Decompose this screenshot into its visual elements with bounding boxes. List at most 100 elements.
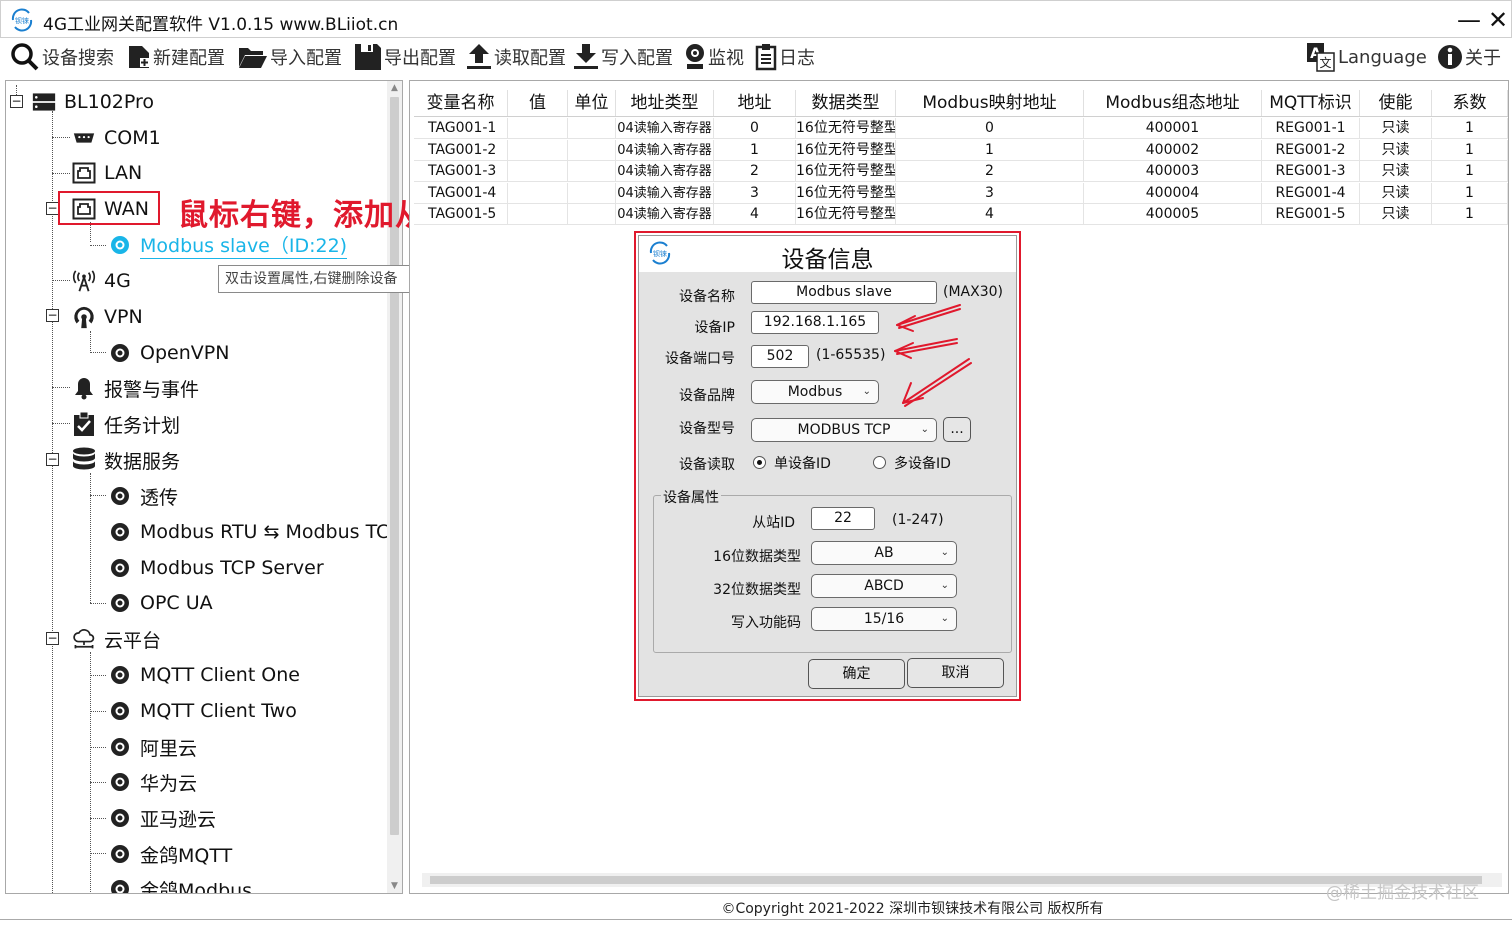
table-cell: 0 [896,118,1084,138]
device-port-hint: (1-65535) [816,347,886,363]
column-header[interactable]: 单位 [568,90,616,116]
about-button[interactable]: 关于 [1437,42,1501,72]
device-model-value: MODBUS TCP [797,422,891,438]
tree-node-lan[interactable]: LAN [72,158,142,188]
tree-node-alarm[interactable]: 报警与事件 [72,373,199,403]
table-row[interactable]: TAG001-5 04读输入寄存器 4 16位无符号整型 4 400005 REG001-5… [414,204,1508,225]
scroll-down-arrow-icon[interactable]: ▼ [389,881,400,891]
tree-node-amazon[interactable]: 亚马逊云 [108,803,216,833]
monitor-camera-icon [686,44,704,69]
tree-connector [90,222,91,242]
tree-connector [90,818,106,819]
device-port-input[interactable]: 502 [751,345,809,368]
tree-node-com1[interactable]: COM1 [72,123,161,153]
device-name-label: 设备名称 [679,289,735,305]
column-header[interactable]: 地址 [714,90,796,116]
tree-node-jinge-mqtt[interactable]: 金鸽MQTT [108,839,232,869]
minimize-button[interactable]: — [1454,5,1484,35]
import-config-label: 导入配置 [270,48,342,69]
column-header[interactable]: 地址类型 [616,90,714,116]
language-button[interactable]: A文 Language [1306,42,1427,72]
table-scroll-thumb[interactable] [430,876,1482,884]
device-search-label: 设备搜索 [42,48,114,69]
ethernet-port-icon [72,161,96,185]
search-icon [11,43,39,71]
column-header[interactable]: 使能 [1360,90,1432,116]
tree-node-cloud[interactable]: 云平台 [72,624,161,654]
column-header[interactable]: 值 [508,90,568,116]
close-button[interactable]: ✕ [1483,5,1512,35]
tree-node-mqtt1[interactable]: MQTT Client One [108,660,300,690]
clipboard-log-icon [755,44,777,71]
tree-node-rtu-tcp[interactable]: Modbus RTU ⇆ Modbus TCP [108,517,401,547]
tree-node-modbus-slave[interactable]: Modbus slave（ID:22) [108,230,348,260]
device-ip-input[interactable]: 192.168.1.165 [751,311,879,334]
table-cell: 3 [896,182,1084,203]
device-model-more-button[interactable]: ... [943,417,971,442]
column-header[interactable]: 变量名称 [414,90,508,116]
table-row[interactable]: TAG001-1 04读输入寄存器 0 16位无符号整型 0 400001 REG001-1… [414,118,1508,139]
tree-node-tcp-server[interactable]: Modbus TCP Server [108,553,324,583]
write-func-select[interactable]: 15/16 ⌄ [811,607,957,631]
log-button[interactable]: 日志 [755,42,815,72]
tree-node-mqtt2[interactable]: MQTT Client Two [108,696,297,726]
single-device-id-label: 单设备ID [774,456,831,472]
table-row[interactable]: TAG001-3 04读输入寄存器 2 16位无符号整型 2 400003 REG001-3… [414,161,1508,182]
table-cell [508,161,568,181]
tree-node-huawei[interactable]: 华为云 [108,767,197,797]
ok-button[interactable]: 确定 [808,659,905,689]
column-header[interactable]: 系数 [1432,90,1508,116]
table-cell: REG001-2 [1262,139,1360,160]
read-config-button[interactable]: 读取配置 [466,42,566,72]
tree-node-opcua[interactable]: OPC UA [108,588,213,618]
write-config-button[interactable]: 写入配置 [573,42,673,72]
column-header[interactable]: Modbus组态地址 [1084,90,1262,116]
device-model-select[interactable]: MODBUS TCP ⌄ [751,418,937,442]
export-config-label: 导出配置 [384,48,456,69]
multi-device-id-radio[interactable] [873,456,886,469]
table-row[interactable]: TAG001-2 04读输入寄存器 1 16位无符号整型 1 400002 REG001-2… [414,139,1508,161]
device-brand-value: Modbus [787,384,843,400]
slave-id-input[interactable]: 22 [811,507,875,530]
column-header[interactable]: Modbus映射地址 [896,90,1084,116]
root-collapse-toggle[interactable]: − [10,95,23,108]
scroll-up-arrow-icon[interactable]: ▲ [389,83,400,93]
tree-node-mqtt1-label: MQTT Client One [140,664,300,686]
tree-node-task[interactable]: 任务计划 [72,409,180,439]
table-row[interactable]: TAG001-4 04读输入寄存器 3 16位无符号整型 3 400004 REG001-4… [414,182,1508,204]
table-cell [568,139,616,160]
single-device-id-radio[interactable] [753,456,766,469]
tree-node-passthrough[interactable]: 透传 [108,481,178,511]
device-brand-select[interactable]: Modbus ⌄ [751,380,879,404]
vpn-collapse-toggle[interactable]: − [46,309,59,322]
cloud-collapse-toggle[interactable]: − [46,632,59,645]
dialog-title-bar: 钡铼 设备信息 [639,236,1016,273]
column-header[interactable]: MQTT标识 [1262,90,1360,116]
device-model-label: 设备型号 [679,421,735,437]
tree-node-tcp-server-label: Modbus TCP Server [140,557,324,579]
type32-select[interactable]: ABCD ⌄ [811,574,957,598]
export-config-button[interactable]: 导出配置 [354,42,456,72]
tree-node-data-service[interactable]: 数据服务 [72,445,180,475]
tree-node-openvpn[interactable]: OpenVPN [108,338,229,368]
table-cell: 2 [896,161,1084,181]
tree-node-4g[interactable]: 4G [72,266,131,296]
type16-select[interactable]: AB ⌄ [811,541,957,565]
table-cell: 1 [1432,204,1508,224]
svg-text:文: 文 [1319,55,1331,70]
folder-open-icon [239,48,267,68]
tree-node-aliyun[interactable]: 阿里云 [108,732,197,762]
tree-node-root[interactable]: BL102Pro [32,87,154,117]
tree-node-jinge-modbus[interactable]: 金鸽Modbus [108,874,252,893]
monitor-button[interactable]: 监视 [684,42,744,72]
cancel-button[interactable]: 取消 [907,658,1004,688]
column-header[interactable]: 数据类型 [796,90,896,116]
data-service-collapse-toggle[interactable]: − [46,453,59,466]
device-search-button[interactable]: 设备搜索 [10,42,114,72]
import-config-button[interactable]: 导入配置 [238,42,342,72]
table-cell: 4 [714,204,796,224]
new-config-button[interactable]: 新建配置 [127,42,225,72]
tree-node-vpn[interactable]: VPN [72,302,143,332]
tree-node-com1-label: COM1 [104,127,161,149]
table-cell: 只读 [1360,182,1432,203]
